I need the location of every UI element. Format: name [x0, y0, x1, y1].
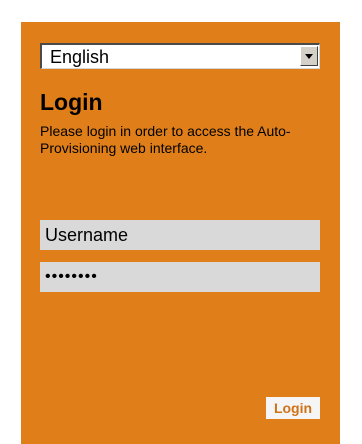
- login-panel: English Login Please login in order to a…: [21, 22, 340, 444]
- username-field[interactable]: Username: [40, 220, 320, 250]
- language-select-value: English: [50, 47, 110, 67]
- page-title: Login: [40, 89, 103, 115]
- chevron-down-icon[interactable]: [300, 46, 318, 66]
- language-select[interactable]: English: [40, 43, 320, 69]
- password-field[interactable]: ••••••••: [40, 262, 320, 292]
- login-button[interactable]: Login: [266, 397, 320, 419]
- login-description: Please login in order to access the Auto…: [40, 123, 291, 156]
